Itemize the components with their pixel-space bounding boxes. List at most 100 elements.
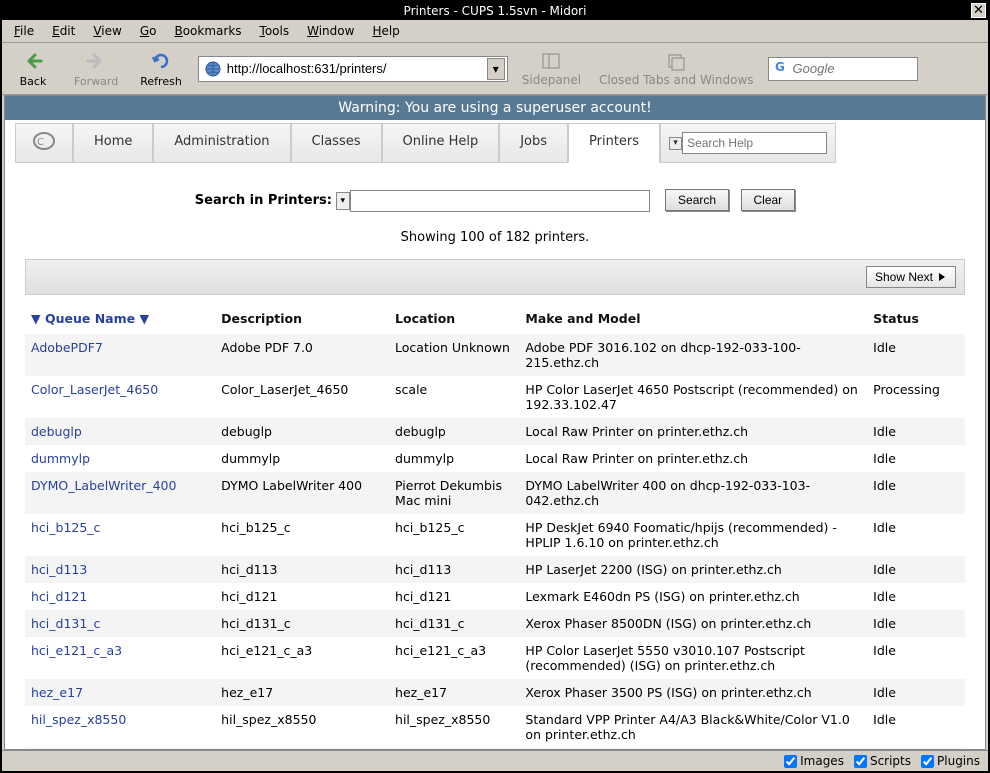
closedtabs-button[interactable]: Closed Tabs and Windows [595,49,757,89]
queue-link[interactable]: hci_d121 [31,589,87,604]
printers-table-wrap: ▼ Queue Name ▼ Description Location Make… [25,303,965,750]
queue-link[interactable]: Color_LaserJet_4650 [31,382,158,397]
images-checkbox[interactable] [784,755,797,768]
queue-link[interactable]: hci_b125_c [31,520,100,535]
make-cell: Xerox Phaser 3500 PS (ISG) on printer.et… [519,679,867,706]
url-dropdown[interactable]: ▾ [487,58,505,80]
back-icon [21,49,45,73]
col-location[interactable]: Location [389,303,519,334]
status-cell: Idle [867,748,965,750]
col-description[interactable]: Description [215,303,389,334]
tab-jobs[interactable]: Jobs [499,123,568,163]
arrow-right-icon [937,272,947,282]
table-row: hci_e121_c_a3hci_e121_c_a3hci_e121_c_a3H… [25,637,965,679]
search-printers-row: Search in Printers: ▾ Search Clear [15,175,975,220]
search-button[interactable]: Search [665,189,729,211]
svg-text:C: C [37,137,44,148]
back-button[interactable]: Back [8,47,58,90]
col-make-model[interactable]: Make and Model [519,303,867,334]
svg-text:G: G [775,60,785,74]
forward-button[interactable]: Forward [68,47,124,90]
browser-search-input[interactable] [793,61,893,76]
make-cell: HP LaserJet 2200 (ISG) on printer.ethz.c… [519,556,867,583]
menu-go[interactable]: Go [132,22,165,40]
search-help-input[interactable] [682,132,827,154]
queue-link[interactable]: DYMO_LabelWriter_400 [31,478,176,493]
queue-link[interactable]: hci_d131_c [31,616,100,631]
queue-link[interactable]: hez_e17 [31,685,83,700]
window-title: Printers - CUPS 1.5svn - Midori [404,4,587,18]
table-row: debuglpdebuglpdebuglpLocal Raw Printer o… [25,418,965,445]
menu-bookmarks[interactable]: Bookmarks [166,22,249,40]
clear-button[interactable]: Clear [741,189,796,211]
make-cell: Local Raw Printer on printer.ethz.ch [519,445,867,472]
refresh-label: Refresh [140,75,182,88]
make-cell: Local Raw Printer on printer.ethz.ch [519,418,867,445]
browser-search[interactable]: G [768,57,918,81]
tab-administration[interactable]: Administration [153,123,290,163]
status-cell: Idle [867,679,965,706]
tab-home[interactable]: Home [73,123,153,163]
show-next-button[interactable]: Show Next [866,266,956,288]
plugins-checkbox[interactable] [921,755,934,768]
loc-cell: hci_d113 [389,556,519,583]
queue-link-cell: hci_d131_c [25,610,215,637]
menu-tools[interactable]: Tools [252,22,298,40]
printers-table: ▼ Queue Name ▼ Description Location Make… [25,303,965,750]
queue-link[interactable]: debuglp [31,424,82,439]
status-scripts[interactable]: Scripts [854,754,911,768]
make-cell: Lexmark E460dn PS (ISG) on printer.ethz.… [519,583,867,610]
table-row: hez_e17hez_e17hez_e17Xerox Phaser 3500 P… [25,679,965,706]
refresh-button[interactable]: Refresh [134,47,188,90]
desc-cell: hez_e17 [215,679,389,706]
queue-link[interactable]: dummylp [31,451,90,466]
closedtabs-icon [666,51,686,71]
sidepanel-label: Sidepanel [522,73,581,87]
table-header-row: ▼ Queue Name ▼ Description Location Make… [25,303,965,334]
menu-help[interactable]: Help [364,22,407,40]
cups-tabs: C Home Administration Classes Online Hel… [15,123,975,163]
queue-link[interactable]: hci_e121_c_a3 [31,643,122,658]
col-status[interactable]: Status [867,303,965,334]
queue-link[interactable]: hci_d113 [31,562,87,577]
desc-cell: hci_e121_c_a3 [215,637,389,679]
status-cell: Idle [867,334,965,376]
status-images[interactable]: Images [784,754,844,768]
search-help-dropdown[interactable]: ▾ [669,137,682,150]
sidepanel-button[interactable]: Sidepanel [518,49,585,89]
loc-cell: hci_d131_c [389,610,519,637]
forward-label: Forward [74,75,118,88]
search-field-dropdown[interactable]: ▾ [336,192,350,210]
status-cell: Idle [867,610,965,637]
status-plugins[interactable]: Plugins [921,754,980,768]
sidepanel-icon [541,51,561,71]
url-bar[interactable]: ▾ [198,56,508,82]
queue-link[interactable]: hil_spez_x8550 [31,712,126,727]
menu-view[interactable]: View [85,22,129,40]
url-input[interactable] [225,59,487,78]
tab-search-help: ▾ [660,123,836,163]
close-button[interactable]: ✕ [971,3,986,18]
col-queue-name[interactable]: ▼ Queue Name ▼ [25,303,215,334]
pager-toolbar: Show Next [25,259,965,295]
forward-icon [84,49,108,73]
scripts-checkbox[interactable] [854,755,867,768]
make-cell: DYMO LabelWriter 400 on dhcp-192-033-103… [519,472,867,514]
desc-cell: dummylp [215,445,389,472]
table-row: hit_e12.2hit_e12.2hit_e12.2HP LaserJet P… [25,748,965,750]
superuser-warning: Warning: You are using a superuser accou… [5,96,985,120]
menu-window[interactable]: Window [299,22,362,40]
queue-link-cell: debuglp [25,418,215,445]
desc-cell: hci_d113 [215,556,389,583]
search-printers-input[interactable] [350,190,650,212]
queue-link[interactable]: AdobePDF7 [31,340,103,355]
tab-classes[interactable]: Classes [291,123,382,163]
page-content: Warning: You are using a superuser accou… [4,95,986,750]
status-cell: Idle [867,706,965,748]
menu-edit[interactable]: Edit [44,22,83,40]
loc-cell: scale [389,376,519,418]
tab-printers[interactable]: Printers [568,123,660,163]
menu-file[interactable]: File [6,22,42,40]
tab-onlinehelp[interactable]: Online Help [382,123,500,163]
tab-cups-logo[interactable]: C [15,123,73,163]
